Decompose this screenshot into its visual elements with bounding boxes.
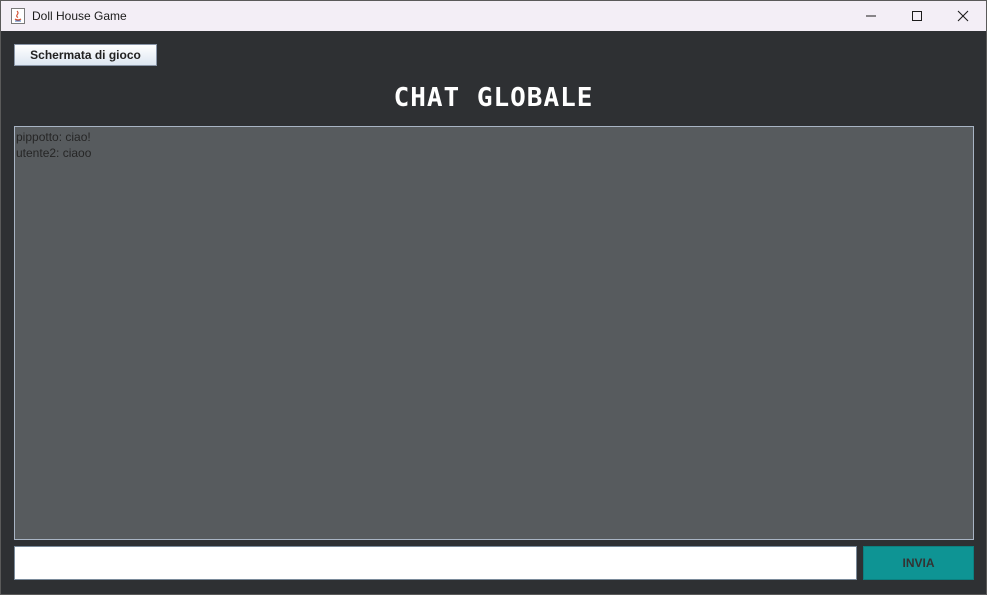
minimize-icon <box>866 15 876 17</box>
chat-message: utente2: ciaoo <box>16 146 92 160</box>
chat-log[interactable]: pippotto: ciao! utente2: ciaoo <box>14 126 974 540</box>
window-controls <box>848 1 986 31</box>
title-bar[interactable]: Doll House Game <box>1 1 986 31</box>
maximize-button[interactable] <box>894 1 940 31</box>
window-title: Doll House Game <box>32 9 127 23</box>
app-window: Doll House Game Schermata di gioco CHAT <box>0 0 987 595</box>
java-icon <box>10 8 26 24</box>
chat-title: CHAT GLOBALE <box>393 83 594 113</box>
chat-message: pippotto: ciao! <box>16 130 91 144</box>
close-button[interactable] <box>940 1 986 31</box>
close-icon <box>957 10 969 22</box>
game-screen-button[interactable]: Schermata di gioco <box>14 44 157 66</box>
minimize-button[interactable] <box>848 1 894 31</box>
maximize-icon <box>912 11 922 21</box>
message-input[interactable] <box>14 546 857 580</box>
send-button[interactable]: INVIA <box>863 546 974 580</box>
